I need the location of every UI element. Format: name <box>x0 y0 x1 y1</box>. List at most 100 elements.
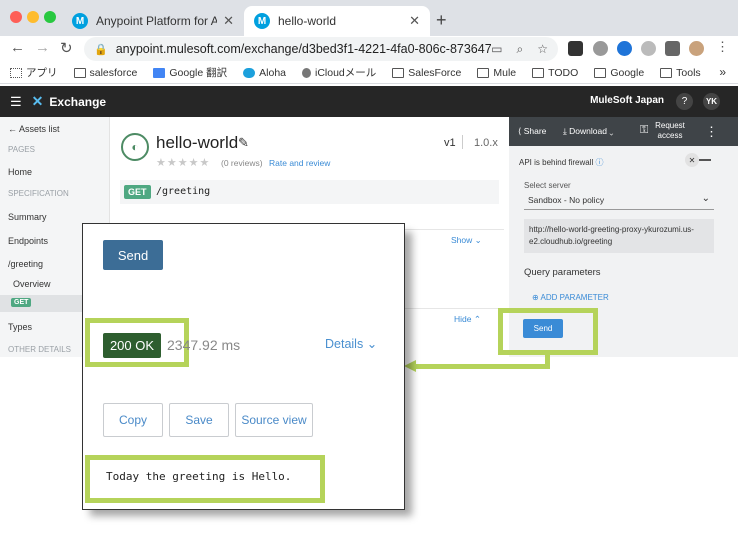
folder-icon <box>594 67 607 78</box>
status-badge: 200 OK <box>103 333 161 358</box>
extension-icon[interactable] <box>617 41 632 56</box>
details-toggle[interactable]: Details ⌄ <box>325 336 377 351</box>
method-badge: GET <box>11 298 32 307</box>
user-avatar[interactable]: YK <box>703 93 720 110</box>
sidebar-item-summary[interactable]: Summary <box>8 212 47 222</box>
query-parameters-label: Query parameters <box>524 267 601 278</box>
save-button[interactable]: Save <box>169 403 229 437</box>
apple-icon <box>302 67 311 78</box>
send-button-zoomed[interactable]: Send <box>103 240 163 270</box>
zoom-window-button[interactable] <box>44 11 56 23</box>
show-toggle[interactable]: Show ⌄ <box>451 235 482 246</box>
endpoint-bar: GET /greeting <box>120 180 499 204</box>
endpoint-path: /greeting <box>156 186 211 197</box>
zoom-icon[interactable]: ⌕ <box>517 42 524 57</box>
mulesoft-icon: M <box>72 13 88 29</box>
rate-and-review-link[interactable]: Rate and review <box>269 158 330 168</box>
response-body: Today the greeting is Hello. <box>106 470 292 483</box>
exchange-logo-icon: ✕ <box>31 93 44 109</box>
sidebar-item-types[interactable]: Types <box>8 322 32 332</box>
folder-icon <box>477 67 490 78</box>
bookmark-mule[interactable]: Mule <box>477 67 516 79</box>
cast-icon[interactable]: ▭ <box>491 42 502 57</box>
sidebar-item-overview[interactable]: Overview <box>13 279 51 289</box>
plus-circle-icon: ⊕ <box>532 293 539 302</box>
browser-tab-anypoint[interactable]: M Anypoint Platform for APIs / AP ✕ <box>62 6 244 36</box>
mulesoft-icon: M <box>254 13 270 29</box>
sidebar-item-greeting[interactable]: /greeting <box>8 259 43 269</box>
api-icon: ◐ <box>121 133 149 161</box>
bookmark-icloud[interactable]: iCloudメール <box>302 65 376 80</box>
folder-icon <box>392 67 405 78</box>
bookmark-aloha[interactable]: Aloha <box>243 67 286 79</box>
profile-avatar[interactable] <box>689 41 704 56</box>
minimize-window-button[interactable] <box>27 11 39 23</box>
download-button[interactable]: ⤓ Download ⌄ <box>563 126 613 137</box>
bookmark-star-icon[interactable]: ☆ <box>537 42 548 57</box>
bookmark-google[interactable]: Google <box>594 67 644 79</box>
lock-icon: 🔒 <box>94 43 108 56</box>
other-details-caption: OTHER DETAILS <box>8 345 71 354</box>
cloud-icon <box>243 67 256 78</box>
sidebar-item-endpoints[interactable]: Endpoints <box>8 236 48 246</box>
more-bookmarks-button[interactable]: » <box>719 65 726 79</box>
kebab-menu-icon[interactable]: ⋮ <box>705 124 718 140</box>
share-icon: ⟨ <box>518 126 522 136</box>
extension-icon[interactable] <box>641 41 656 56</box>
close-icon[interactable]: ✕ <box>409 13 420 29</box>
back-arrow-icon[interactable]: ← <box>10 39 25 56</box>
browser-tab-hello-world[interactable]: M hello-world ✕ <box>244 6 430 36</box>
bookmark-tools[interactable]: Tools <box>660 67 701 79</box>
address-bar[interactable]: 🔒 anypoint.mulesoft.com/exchange/d3bed3f… <box>84 37 558 61</box>
divider <box>404 308 504 309</box>
bookmark-salesforce-folder[interactable]: SalesForce <box>392 67 461 79</box>
download-icon: ⤓ <box>563 126 567 136</box>
firewall-label: API is behind firewall ⓘ <box>519 158 604 167</box>
hamburger-menu-icon[interactable]: ☰ <box>10 94 22 110</box>
tab-title: Anypoint Platform for APIs / AP <box>96 14 218 28</box>
toggle-knob: ✕ <box>685 153 699 167</box>
close-icon[interactable]: ✕ <box>223 13 234 29</box>
kebab-menu-icon[interactable]: ⋮ <box>716 39 729 55</box>
bookmark-todo[interactable]: TODO <box>532 67 578 79</box>
extension-icon[interactable] <box>568 41 583 56</box>
reload-icon[interactable]: ↻ <box>60 39 73 57</box>
copy-button[interactable]: Copy <box>103 403 163 437</box>
bookmark-salesforce[interactable]: salesforce <box>73 67 137 79</box>
org-switcher[interactable]: MuleSoft Japan <box>590 95 664 106</box>
rating-stars[interactable]: ★★★★★ <box>156 156 210 169</box>
method-badge: GET <box>124 185 151 199</box>
new-tab-button[interactable]: + <box>436 10 447 31</box>
app-title[interactable]: Exchange <box>49 95 106 109</box>
reviews-count: (0 reviews) <box>221 158 263 168</box>
browser-tab-bar: M Anypoint Platform for APIs / AP ✕ M he… <box>0 0 738 36</box>
help-icon[interactable]: ? <box>676 93 693 110</box>
version-label[interactable]: v1 <box>444 137 456 149</box>
callout-arrow-line <box>416 364 550 369</box>
extension-icon[interactable] <box>593 41 608 56</box>
edit-pencil-icon[interactable]: ✎ <box>238 135 249 151</box>
folder-icon <box>73 67 86 78</box>
hide-toggle[interactable]: Hide ⌃ <box>454 314 481 325</box>
divider <box>404 229 504 230</box>
request-access-button[interactable]: Request access <box>655 121 685 141</box>
url-text[interactable]: anypoint.mulesoft.com/exchange/d3bed3f1-… <box>116 42 491 56</box>
apps-grid-icon <box>10 67 22 78</box>
version-detail[interactable]: 1.0.x <box>474 137 498 149</box>
share-button[interactable]: ⟨ Share <box>518 126 546 137</box>
bookmark-apps[interactable]: アプリ <box>10 65 58 80</box>
sidebar-item-home[interactable]: Home <box>8 167 32 177</box>
bookmark-google-translate[interactable]: Google 翻訳 <box>153 65 227 80</box>
version-divider <box>462 135 463 149</box>
puzzle-icon[interactable] <box>665 41 680 56</box>
tab-title: hello-world <box>278 14 337 28</box>
add-parameter-button[interactable]: ⊕ ADD PARAMETER <box>532 293 609 302</box>
forward-arrow-icon[interactable]: → <box>35 39 50 56</box>
source-view-button[interactable]: Source view <box>235 403 313 437</box>
server-select[interactable]: Sandbox - No policy ⌄ <box>524 190 714 210</box>
close-window-button[interactable] <box>10 11 22 23</box>
assets-list-link[interactable]: ← Assets list <box>8 124 60 134</box>
firewall-toggle[interactable]: ✕ <box>685 153 715 167</box>
key-icon: ⚿ <box>640 124 649 136</box>
folder-icon <box>660 67 673 78</box>
